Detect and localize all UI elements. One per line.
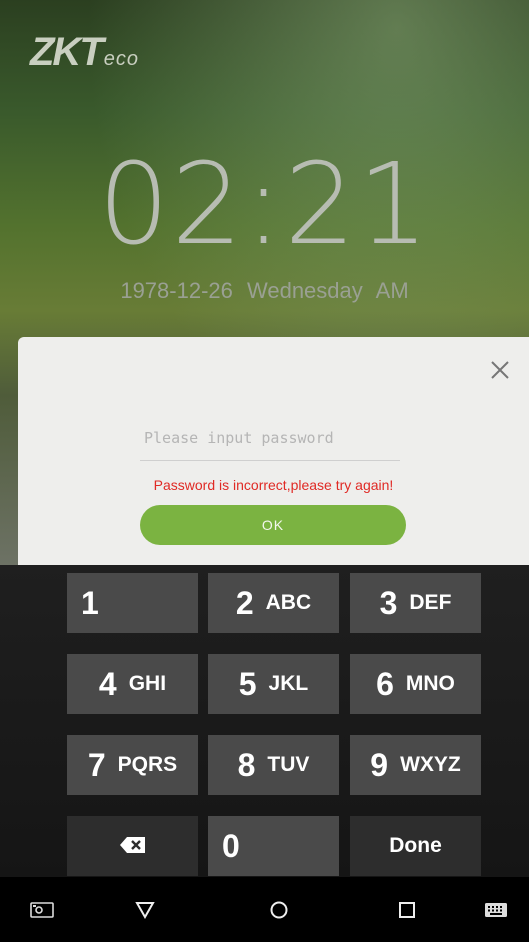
numeric-keypad: 1 2 ABC 3 DEF 4 GHI 5 JKL 6 MNO 7 PQRS 8 TUV 9W… [0,565,529,877]
key-7[interactable]: 7 PQRS [67,735,198,795]
system-nav-bar [0,877,529,942]
error-message: Password is incorrect,please try again! [153,477,394,493]
zkteco-logo: ZKT eco [30,30,140,74]
key-3[interactable]: 3 DEF [350,573,481,633]
password-dialog: Password is incorrect,please try again! … [18,337,529,565]
done-key[interactable]: Done [350,816,481,876]
password-input[interactable] [140,427,408,449]
key-1[interactable]: 1 [67,573,198,633]
keyboard-icon[interactable] [466,877,526,942]
clock-date: 1978-12-26 Wednesday AM [120,278,409,303]
key-8[interactable]: 8 TUV [208,735,339,795]
password-underline [140,460,400,461]
backspace-key[interactable] [67,816,198,876]
home-circle-icon[interactable] [249,877,309,942]
screenshot-icon[interactable] [12,877,72,942]
key-9[interactable]: 9 WXYZ [350,735,481,795]
clock-time: 02:21 [98,140,431,270]
device-screen: ZKT eco 02:21 1978-12-26 Wednesday AM Pas… [0,0,529,942]
back-triangle-icon[interactable] [115,877,175,942]
recents-square-icon[interactable] [377,877,437,942]
key-4[interactable]: 4 GHI [67,654,198,714]
key-5[interactable]: 5 JKL [208,654,339,714]
ok-button[interactable]: OK [140,505,406,545]
close-icon[interactable] [489,359,511,381]
key-2[interactable]: 2 ABC [208,573,339,633]
key-6[interactable]: 6 MNO [350,654,481,714]
backspace-icon [119,836,147,857]
key-0[interactable]: 0 [208,816,339,876]
